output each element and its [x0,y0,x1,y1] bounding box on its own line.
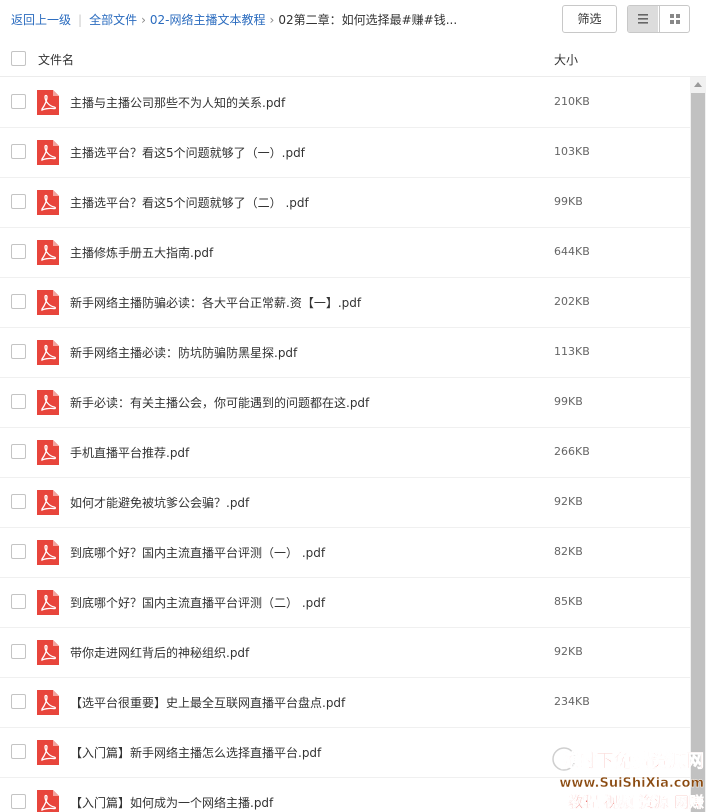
row-checkbox[interactable] [11,244,26,259]
file-row[interactable]: 新手网络主播防骗必读：各大平台正常薪.资【一】.pdf 202KB [0,277,690,328]
column-header-size[interactable]: 大小 [554,51,578,68]
top-bar: 返回上一级 | 全部文件 › 02-网络主播文本教程 › 02第二章：如何选择最#赚#钱..… [0,0,706,40]
row-checkbox[interactable] [11,694,26,709]
file-size: 234KB [554,695,590,708]
row-checkbox[interactable] [11,644,26,659]
file-row[interactable]: 主播选平台？看这5个问题就够了（一）.pdf 103KB [0,127,690,178]
row-checkbox[interactable] [11,344,26,359]
file-row[interactable]: 到底哪个好？国内主流直播平台评测（二） .pdf 85KB [0,577,690,628]
breadcrumb: 返回上一级 | 全部文件 › 02-网络主播文本教程 › 02第二章：如何选择最#赚#钱..… [11,11,457,28]
file-name[interactable]: 新手网络主播必读：防坑防骗防黑星探.pdf [70,344,297,361]
file-size: 113KB [554,345,590,358]
file-name[interactable]: 手机直播平台推荐.pdf [70,444,189,461]
breadcrumb-parent-folder[interactable]: 02-网络主播文本教程 [150,13,266,27]
file-row[interactable]: 新手必读：有关主播公会，你可能遇到的问题都在这.pdf 99KB [0,377,690,428]
filter-button[interactable]: 筛选 [562,5,617,33]
file-list-header: 文件名 大小 [0,40,706,77]
row-checkbox[interactable] [11,544,26,559]
list-view-button[interactable] [628,6,658,32]
pdf-file-icon [37,690,59,715]
breadcrumb-current-folder: 02第二章：如何选择最#赚#钱... [278,13,458,27]
file-row[interactable]: 新手网络主播必读：防坑防骗防黑星探.pdf 113KB [0,327,690,378]
breadcrumb-all-files[interactable]: 全部文件 [89,13,137,27]
chevron-right-icon: › [141,13,146,27]
file-size: 210KB [554,95,590,108]
pdf-file-icon [37,340,59,365]
file-name[interactable]: 如何才能避免被坑爹公会骗？.pdf [70,494,249,511]
file-size: 85KB [554,595,583,608]
row-checkbox[interactable] [11,194,26,209]
file-name[interactable]: 主播选平台？看这5个问题就够了（一）.pdf [70,144,305,161]
file-list: 主播与主播公司那些不为人知的关系.pdf 210KB 主播选平台？看这5个问题就够了… [0,77,690,812]
file-row[interactable]: 手机直播平台推荐.pdf 266KB [0,427,690,478]
row-checkbox[interactable] [11,594,26,609]
file-name[interactable]: 到底哪个好？国内主流直播平台评测（二） .pdf [70,594,325,611]
file-size: 266KB [554,445,590,458]
pdf-file-icon [37,540,59,565]
file-name[interactable]: 主播修炼手册五大指南.pdf [70,244,213,261]
file-name[interactable]: 【选平台很重要】史上最全互联网直播平台盘点.pdf [70,694,345,711]
row-checkbox[interactable] [11,444,26,459]
file-size: 82KB [554,545,583,558]
view-toggle [627,5,690,33]
pdf-file-icon [37,140,59,165]
scroll-thumb[interactable] [691,93,705,812]
row-checkbox[interactable] [11,494,26,509]
file-name[interactable]: 主播选平台？看这5个问题就够了（二） .pdf [70,194,309,211]
pdf-file-icon [37,90,59,115]
pdf-file-icon [37,790,59,812]
file-row[interactable]: 【选平台很重要】史上最全互联网直播平台盘点.pdf 234KB [0,677,690,728]
file-row[interactable]: 如何才能避免被坑爹公会骗？.pdf 92KB [0,477,690,528]
file-name[interactable]: 【入门篇】新手网络主播怎么选择直播平台.pdf [70,744,321,761]
row-checkbox[interactable] [11,144,26,159]
pdf-file-icon [37,590,59,615]
file-name[interactable]: 新手必读：有关主播公会，你可能遇到的问题都在这.pdf [70,394,369,411]
file-row[interactable]: 带你走进网红背后的神秘组织.pdf 92KB [0,627,690,678]
file-size: 644KB [554,245,590,258]
pdf-file-icon [37,390,59,415]
column-header-name[interactable]: 文件名 [38,51,74,68]
file-name[interactable]: 到底哪个好？国内主流直播平台评测（一） .pdf [70,544,325,561]
pdf-file-icon [37,640,59,665]
select-all-checkbox[interactable] [11,51,26,66]
scrollbar[interactable] [690,77,706,812]
pdf-file-icon [37,290,59,315]
watermark-line-3: 教程 视频 资源 网赚 [567,793,704,811]
pdf-file-icon [37,440,59,465]
file-name[interactable]: 新手网络主播防骗必读：各大平台正常薪.资【一】.pdf [70,294,361,311]
watermark-logo: 随时下免费资源网 www.SuiShiXia.com 教程 视频 资源 网赚 [552,747,704,811]
file-name[interactable]: 主播与主播公司那些不为人知的关系.pdf [70,94,285,111]
grid-view-button[interactable] [659,6,689,32]
file-row[interactable]: 主播修炼手册五大指南.pdf 644KB [0,227,690,278]
file-row[interactable]: 主播选平台？看这5个问题就够了（二） .pdf 99KB [0,177,690,228]
file-row[interactable]: 主播与主播公司那些不为人知的关系.pdf 210KB [0,77,690,128]
row-checkbox[interactable] [11,394,26,409]
file-row[interactable]: 到底哪个好？国内主流直播平台评测（一） .pdf 82KB [0,527,690,578]
pdf-file-icon [37,190,59,215]
back-link[interactable]: 返回上一级 [11,13,71,27]
file-size: 92KB [554,645,583,658]
file-size: 99KB [554,195,583,208]
file-size: 103KB [554,145,590,158]
file-size: 92KB [554,495,583,508]
chevron-right-icon: › [269,13,275,27]
file-name[interactable]: 【入门篇】如何成为一个网络主播.pdf [70,794,273,811]
pdf-file-icon [37,490,59,515]
list-view-icon [638,14,648,24]
pdf-file-icon [37,240,59,265]
file-size: 99KB [554,395,583,408]
file-name[interactable]: 带你走进网红背后的神秘组织.pdf [70,644,249,661]
file-size: 202KB [554,295,590,308]
watermark-line-1: 随时下免费资源网 [560,750,704,772]
watermark-line-2: www.SuiShiXia.com [559,776,704,791]
scroll-up-arrow-icon[interactable] [690,77,706,93]
row-checkbox[interactable] [11,294,26,309]
pdf-file-icon [37,740,59,765]
row-checkbox[interactable] [11,794,26,809]
row-checkbox[interactable] [11,744,26,759]
grid-view-icon [670,14,680,24]
row-checkbox[interactable] [11,94,26,109]
breadcrumb-separator: | [78,13,83,27]
